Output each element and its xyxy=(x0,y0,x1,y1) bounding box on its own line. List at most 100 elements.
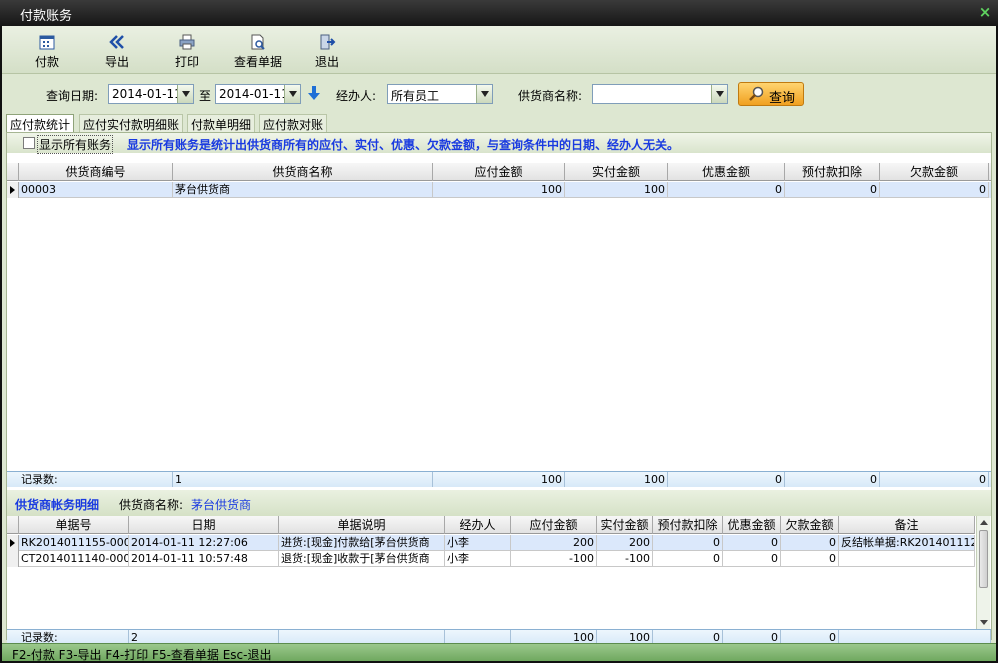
col-paid[interactable]: 实付金额 xyxy=(565,163,668,181)
col-discount[interactable]: 优惠金额 xyxy=(668,163,785,181)
chevron-down-icon[interactable] xyxy=(284,85,300,103)
chevron-down-icon[interactable] xyxy=(476,85,492,103)
status-bar: F2-付款 F3-导出 F4-打印 F5-查看单据 Esc-退出 xyxy=(2,643,996,662)
arrow-down-icon[interactable] xyxy=(308,85,320,101)
tab-payable-reconciliation[interactable]: 应付款对账 xyxy=(259,114,328,132)
close-icon[interactable]: × xyxy=(976,3,994,21)
cell-arrears: 0 xyxy=(880,182,989,198)
cell-payable: 100 xyxy=(433,182,565,198)
pay-button[interactable]: 付款 xyxy=(34,34,60,70)
chevron-down-icon[interactable] xyxy=(177,85,193,103)
cell-paid: 100 xyxy=(565,182,668,198)
tab-payment-details[interactable]: 付款单明细 xyxy=(187,114,256,132)
date-to-value: 2014-01-11 xyxy=(219,87,289,101)
date-to-picker[interactable]: 2014-01-11 xyxy=(215,84,301,104)
detail-grid: 单据号 日期 单据说明 经办人 应付金额 实付金额 预付款扣除 优惠金额 欠款金… xyxy=(7,516,975,629)
row-pointer-icon xyxy=(7,535,19,551)
cell-arrears: 0 xyxy=(781,551,839,567)
cell-description: 进货:[现金]付款给[茅台供货商 xyxy=(279,535,445,551)
detail-scrollbar[interactable] xyxy=(976,516,990,629)
show-all-label[interactable]: 显示所有账务 xyxy=(37,135,114,154)
pay-button-label: 付款 xyxy=(34,55,59,69)
handler-value: 所有员工 xyxy=(391,89,440,103)
table-row[interactable]: RK2014011155-0001 2014-01-11 12:27:06 进货… xyxy=(7,535,975,551)
handler-label: 经办人: xyxy=(336,89,377,103)
view-document-button[interactable]: 查看单据 xyxy=(232,34,284,70)
toolbar: 付款 导出 打印 查看单据 退出 xyxy=(2,26,996,74)
print-button-label: 打印 xyxy=(174,55,199,69)
calendar-icon xyxy=(39,35,55,50)
table-row[interactable]: 00003 茅台供货商 100 100 0 0 0 xyxy=(7,182,991,198)
cell-remark xyxy=(839,551,975,567)
col-supplier-code[interactable]: 供货商编号 xyxy=(19,163,173,181)
col-remark[interactable]: 备注 xyxy=(839,516,975,534)
cell-payable: 200 xyxy=(511,535,597,551)
cell-handler: 小李 xyxy=(445,535,511,551)
col-arrears[interactable]: 欠款金额 xyxy=(781,516,839,534)
printer-icon xyxy=(179,34,195,50)
col-payable[interactable]: 应付金额 xyxy=(433,163,565,181)
date-label: 查询日期: xyxy=(46,89,99,103)
col-handler[interactable]: 经办人 xyxy=(445,516,511,534)
cell-prepay-deduct: 0 xyxy=(653,535,723,551)
cell-doc-no: RK2014011155-0001 xyxy=(19,535,129,551)
col-description[interactable]: 单据说明 xyxy=(279,516,445,534)
chevron-down-icon[interactable] xyxy=(711,85,727,103)
export-button[interactable]: 导出 xyxy=(104,34,130,70)
summary-note: 显示所有账务是统计出供货商所有的应付、实付、优惠、欠款金额，与查询条件中的日期、… xyxy=(127,138,680,152)
window-title: 付款账务 xyxy=(20,9,73,24)
row-indicator-header xyxy=(7,516,19,534)
summary-panel: 显示所有账务 显示所有账务是统计出供货商所有的应付、实付、优惠、欠款金额，与查询… xyxy=(6,132,992,645)
summary-grid: 供货商编号 供货商名称 应付金额 实付金额 优惠金额 预付款扣除 欠款金额 00… xyxy=(7,163,991,487)
col-prepay-deduct[interactable]: 预付款扣除 xyxy=(653,516,723,534)
detail-header-bar: 供货商帐务明细 供货商名称: 茅台供货商 xyxy=(7,490,991,516)
handler-select[interactable]: 所有员工 xyxy=(387,84,493,104)
row-pointer-icon xyxy=(7,182,19,198)
cell-discount: 0 xyxy=(723,535,781,551)
col-paid[interactable]: 实付金额 xyxy=(597,516,653,534)
col-doc-no[interactable]: 单据号 xyxy=(19,516,129,534)
exit-door-icon xyxy=(320,34,336,50)
query-button-label: 查询 xyxy=(769,91,796,106)
supplier-select[interactable] xyxy=(592,84,728,104)
scroll-up-icon[interactable] xyxy=(980,520,988,525)
exit-button[interactable]: 退出 xyxy=(314,34,340,70)
cell-arrears: 0 xyxy=(781,535,839,551)
show-all-checkbox[interactable] xyxy=(23,137,35,149)
scroll-thumb[interactable] xyxy=(979,530,988,588)
cell-discount: 0 xyxy=(668,182,785,198)
total-paid: 100 xyxy=(565,472,668,487)
table-row[interactable]: CT2014011140-0001 2014-01-11 10:57:48 退货… xyxy=(7,551,975,567)
cell-paid: -100 xyxy=(597,551,653,567)
col-discount[interactable]: 优惠金额 xyxy=(723,516,781,534)
title-bar: 付款账务 × xyxy=(0,0,998,26)
total-arrears: 0 xyxy=(880,472,989,487)
supplier-label: 供货商名称: xyxy=(518,89,583,103)
col-date[interactable]: 日期 xyxy=(129,516,279,534)
summary-grid-header: 供货商编号 供货商名称 应付金额 实付金额 优惠金额 预付款扣除 欠款金额 xyxy=(7,163,991,181)
cell-prepay-deduct: 0 xyxy=(653,551,723,567)
scroll-down-icon[interactable] xyxy=(980,620,988,625)
col-payable[interactable]: 应付金额 xyxy=(511,516,597,534)
total-discount: 0 xyxy=(668,472,785,487)
query-button[interactable]: 查询 xyxy=(738,82,804,106)
tab-payable-summary[interactable]: 应付款统计 xyxy=(6,114,75,132)
document-search-icon xyxy=(251,34,265,50)
date-from-picker[interactable]: 2014-01-11 xyxy=(108,84,194,104)
detail-supplier-value: 茅台供货商 xyxy=(191,498,252,512)
total-payable: 100 xyxy=(433,472,565,487)
detail-grid-header: 单据号 日期 单据说明 经办人 应付金额 实付金额 预付款扣除 优惠金额 欠款金… xyxy=(7,516,975,534)
main-frame: 付款 导出 打印 查看单据 退出 查询日期: 2014-01-11 至 2014… xyxy=(2,26,996,661)
cell-date: 2014-01-11 12:27:06 xyxy=(129,535,279,551)
cell-remark: 反结帐单据:RK201401112 xyxy=(839,535,975,551)
cell-supplier-code: 00003 xyxy=(19,182,173,198)
shortcut-hints: F2-付款 F3-导出 F4-打印 F5-查看单据 Esc-退出 xyxy=(12,648,272,662)
col-arrears[interactable]: 欠款金额 xyxy=(880,163,989,181)
col-prepay-deduct[interactable]: 预付款扣除 xyxy=(785,163,880,181)
cell-prepay-deduct: 0 xyxy=(785,182,880,198)
print-button[interactable]: 打印 xyxy=(174,34,200,70)
tab-payable-ledger[interactable]: 应付实付款明细账 xyxy=(79,114,184,132)
record-count-value: 1 xyxy=(173,472,433,487)
col-supplier-name[interactable]: 供货商名称 xyxy=(173,163,433,181)
filter-bar: 查询日期: 2014-01-11 至 2014-01-11 经办人: 所有员工 … xyxy=(2,75,996,111)
